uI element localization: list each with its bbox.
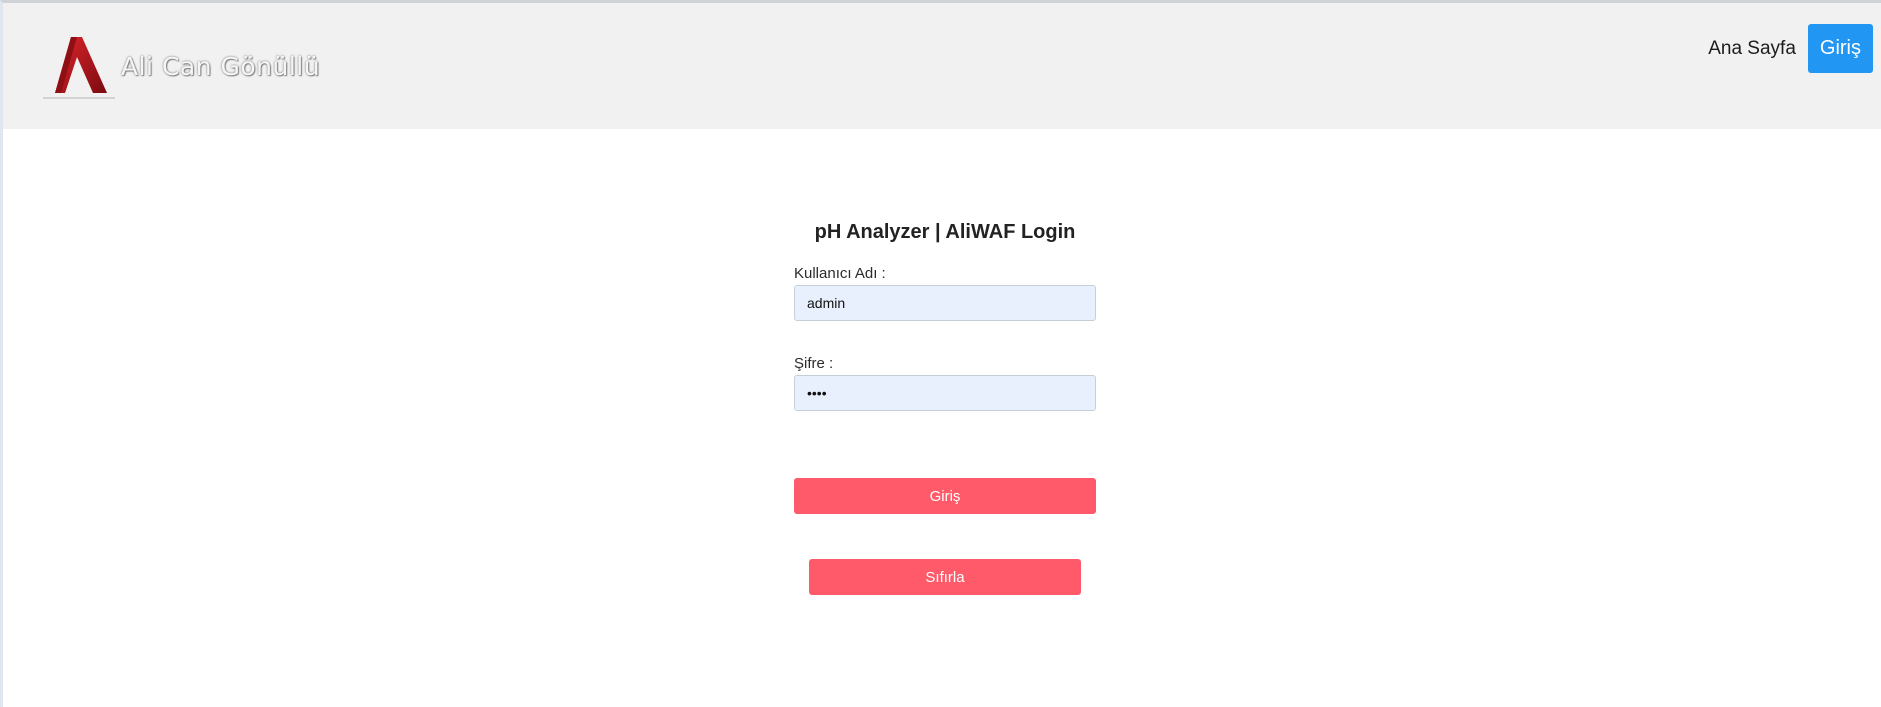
login-title: pH Analyzer | AliWAF Login (814, 221, 1076, 243)
top-nav: Ana Sayfa Giriş (1708, 24, 1873, 73)
password-input[interactable] (794, 375, 1096, 411)
brand-name: Ali Can Gönüllü (121, 51, 321, 81)
page: Ali Can Gönüllü Ana Sayfa Giriş pH Analy… (0, 0, 1881, 707)
username-label: Kullanıcı Adı : (794, 265, 886, 282)
login-submit-button[interactable]: Giriş (794, 478, 1096, 514)
brand-logo-icon (43, 37, 115, 99)
nav-login-button[interactable]: Giriş (1807, 24, 1873, 73)
login-form: pH Analyzer | AliWAF Login Kullanıcı Adı… (794, 221, 1096, 595)
navbar: Ali Can Gönüllü Ana Sayfa Giriş (3, 3, 1881, 129)
brand[interactable]: Ali Can Gönüllü (41, 31, 320, 101)
nav-home-link[interactable]: Ana Sayfa (1708, 38, 1796, 60)
password-label: Şifre : (794, 355, 834, 372)
reset-button[interactable]: Sıfırla (809, 559, 1081, 595)
username-input[interactable] (794, 285, 1096, 321)
